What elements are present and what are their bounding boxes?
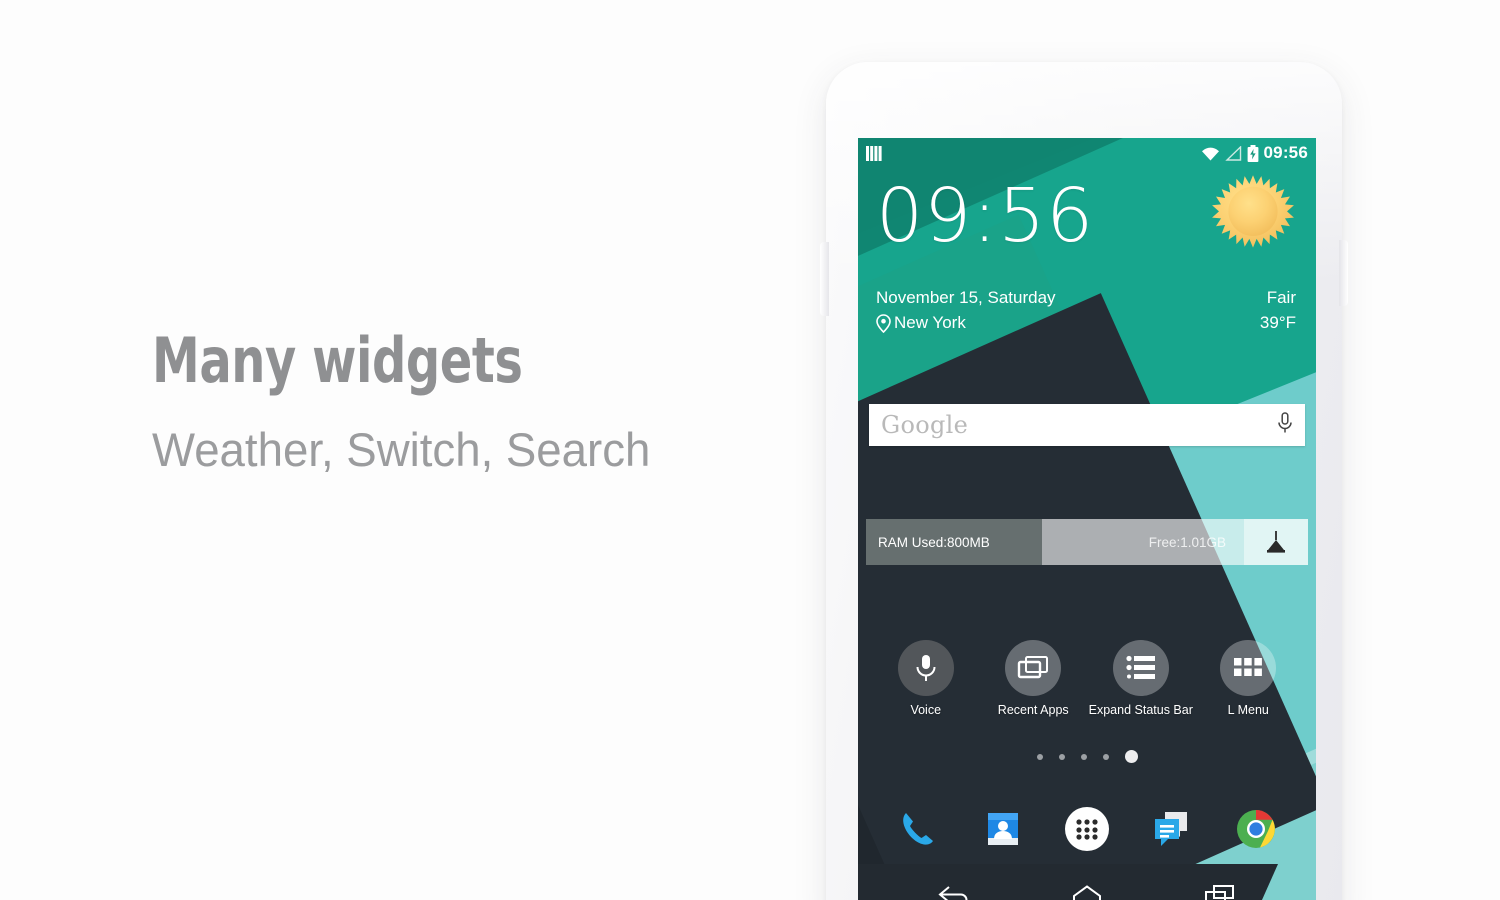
status-bar[interactable]: 09:56 — [858, 138, 1316, 168]
shortcut-voice-circle — [897, 640, 954, 696]
page-dot[interactable] — [1102, 753, 1109, 760]
google-logo: Google — [881, 411, 969, 439]
dock-item-phone[interactable] — [890, 801, 946, 857]
contacts-icon — [987, 813, 1018, 845]
phone-device: 09:56 09:56 November 15, Saturday Fair N… — [820, 62, 1348, 900]
dock-item-messaging[interactable] — [1143, 801, 1199, 857]
page-dot[interactable] — [1080, 753, 1087, 760]
widget-temperature: 39°F — [1259, 313, 1296, 332]
shortcuts-row: Voice Recent Apps Expand Status Bar L Me… — [858, 640, 1316, 717]
page-indicator — [858, 750, 1316, 763]
weather-details: November 15, Saturday Fair New York 39°F — [876, 288, 1296, 338]
nav-back-button[interactable] — [924, 876, 984, 900]
shortcut-expand-status-bar[interactable]: Expand Status Bar — [1089, 640, 1193, 717]
page-dot[interactable] — [1036, 753, 1043, 760]
ram-clean-button[interactable] — [1244, 519, 1308, 565]
weather-row-location: New York 39°F — [876, 313, 1296, 333]
status-list-icon — [1126, 655, 1155, 679]
broom-clean-icon — [1267, 531, 1285, 553]
ram-used-bar: RAM Used:800MB — [866, 519, 1042, 565]
shortcut-expand-status-bar-circle — [1112, 640, 1169, 696]
sim-bars-icon — [866, 145, 882, 161]
battery-charging-icon — [1247, 144, 1258, 162]
grid-menu-icon — [1234, 658, 1263, 676]
shortcut-label: L Menu — [1227, 703, 1269, 717]
phone-icon — [903, 813, 934, 845]
dock-item-app-drawer[interactable] — [1059, 801, 1115, 857]
status-bar-system-icons: 09:56 — [1201, 143, 1308, 163]
navigation-bar — [858, 870, 1316, 900]
volume-button[interactable] — [820, 242, 829, 316]
widget-date: November 15, Saturday — [876, 288, 1056, 307]
shortcut-l-menu-circle — [1220, 640, 1277, 696]
recent-apps-icon — [1018, 656, 1049, 679]
chrome-icon — [1236, 810, 1275, 848]
app-drawer-icon — [1064, 807, 1109, 851]
dock — [858, 786, 1316, 872]
nav-recents-button[interactable] — [1190, 876, 1250, 900]
promo-copy: Many widgets Weather, Switch, Search — [152, 330, 792, 477]
recents-icon — [1204, 885, 1234, 900]
ram-free-label: Free:1.01GB — [1148, 534, 1226, 550]
shortcut-voice[interactable]: Voice — [878, 640, 974, 717]
promo-screenshot: Many widgets Weather, Switch, Search 09:… — [0, 0, 1500, 900]
power-button[interactable] — [1339, 240, 1348, 306]
nav-home-button[interactable] — [1057, 876, 1117, 900]
shortcut-label: Expand Status Bar — [1088, 703, 1193, 717]
shortcut-l-menu[interactable]: L Menu — [1200, 640, 1296, 717]
shortcut-recent-apps[interactable]: Recent Apps — [985, 640, 1081, 717]
microphone-icon — [916, 655, 936, 681]
location-pin-icon — [876, 313, 891, 333]
promo-subtitle: Weather, Switch, Search — [152, 423, 651, 476]
shortcut-recent-apps-circle — [1005, 640, 1062, 696]
page-dot-active[interactable] — [1124, 750, 1138, 763]
voice-search-button[interactable] — [1277, 411, 1293, 439]
widget-condition: Fair — [1266, 288, 1296, 307]
back-arrow-icon — [938, 886, 968, 900]
sun-icon — [1212, 175, 1294, 248]
promo-title: Many widgets — [152, 324, 523, 397]
shortcut-label: Voice — [910, 703, 942, 717]
page-dot[interactable] — [1058, 753, 1065, 760]
wifi-icon — [1201, 147, 1219, 160]
google-search-widget[interactable]: Google — [869, 404, 1305, 446]
phone-screen: 09:56 09:56 November 15, Saturday Fair N… — [858, 138, 1316, 900]
dock-item-chrome[interactable] — [1228, 801, 1284, 857]
microphone-icon — [1278, 411, 1292, 432]
status-bar-clock: 09:56 — [1263, 143, 1308, 162]
messaging-icon — [1155, 812, 1188, 846]
status-bar-notifications — [866, 145, 882, 161]
ram-widget[interactable]: RAM Used:800MB Free:1.01GB — [866, 519, 1308, 565]
home-icon — [1072, 885, 1101, 900]
shortcut-label: Recent Apps — [997, 703, 1069, 717]
widget-location: New York — [894, 313, 966, 332]
signal-triangle-icon — [1224, 145, 1241, 161]
weather-row-date: November 15, Saturday Fair — [876, 288, 1296, 308]
dock-item-contacts[interactable] — [975, 801, 1031, 857]
